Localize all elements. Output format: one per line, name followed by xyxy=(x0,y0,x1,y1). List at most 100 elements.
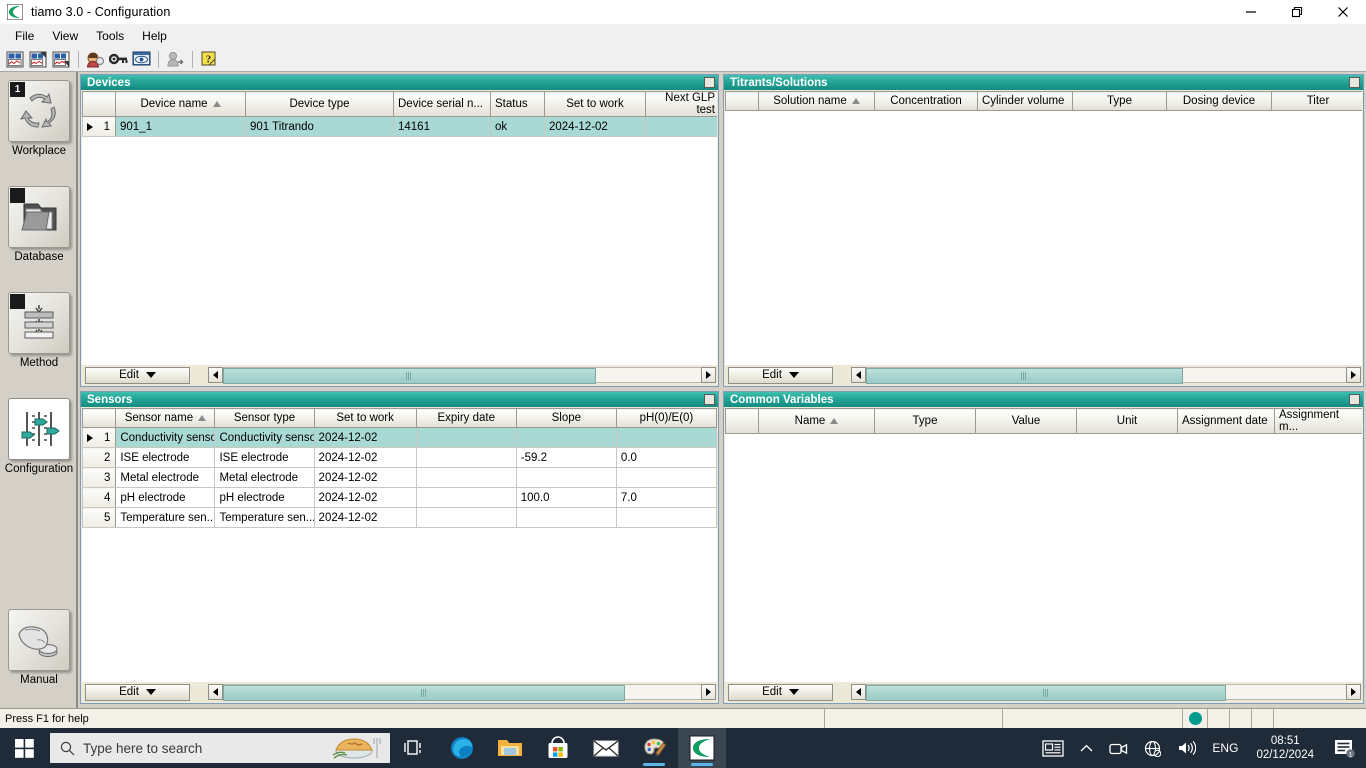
menu-file[interactable]: File xyxy=(6,26,43,46)
new-configuration-icon[interactable] xyxy=(4,49,26,70)
workplace-button[interactable]: 1 xyxy=(8,80,70,142)
search-input[interactable]: Type here to search xyxy=(50,733,390,763)
meet-now-icon[interactable] xyxy=(1101,741,1136,756)
sensors-minimize-icon[interactable] xyxy=(704,394,715,405)
show-hidden-icons-icon[interactable] xyxy=(1072,744,1101,753)
menu-tools[interactable]: Tools xyxy=(87,26,133,46)
file-explorer-icon[interactable] xyxy=(486,728,534,768)
sidebar-item-manual[interactable]: Manual xyxy=(0,605,78,686)
scroll-thumb[interactable] xyxy=(223,368,596,384)
titrants-minimize-icon[interactable] xyxy=(1349,77,1360,88)
titrants-col-titer[interactable]: Titer xyxy=(1271,91,1362,111)
cell-set-to-work[interactable]: 2024-12-02 xyxy=(314,487,417,508)
devices-col-device-name[interactable]: Device name xyxy=(115,91,246,117)
help-icon[interactable]: ? xyxy=(198,49,220,70)
user-administration-icon[interactable] xyxy=(84,49,106,70)
cell-status[interactable]: ok xyxy=(490,116,545,137)
cell-sensor-name[interactable]: Metal electrode xyxy=(115,467,216,488)
cell-sensor-type[interactable]: Temperature sen... xyxy=(214,507,315,528)
devices-col-device-type[interactable]: Device type xyxy=(245,91,394,117)
microsoft-store-icon[interactable] xyxy=(534,728,582,768)
login-icon[interactable] xyxy=(130,49,152,70)
titrants-col-cylinder-volume[interactable]: Cylinder volume xyxy=(977,91,1073,111)
cell-set-to-work[interactable]: 2024-12-02 xyxy=(314,507,417,528)
sensors-edit-button[interactable]: Edit xyxy=(85,683,190,701)
cv-col-name[interactable]: Name xyxy=(758,408,875,434)
cell-device-serial[interactable]: 14161 xyxy=(393,116,491,137)
scroll-left-button[interactable] xyxy=(851,684,866,700)
devices-minimize-icon[interactable] xyxy=(704,77,715,88)
scroll-left-button[interactable] xyxy=(208,367,223,383)
cell-slope[interactable] xyxy=(516,427,617,448)
titrants-edit-button[interactable]: Edit xyxy=(728,366,833,384)
devices-col-next-glp[interactable]: Next GLP test xyxy=(645,91,717,117)
language-indicator[interactable]: ENG xyxy=(1204,741,1246,755)
scroll-thumb[interactable] xyxy=(866,685,1226,701)
edge-icon[interactable] xyxy=(438,728,486,768)
cell-device-type[interactable]: 901 Titrando xyxy=(245,116,394,137)
sidebar-item-configuration[interactable]: Configuration xyxy=(0,394,78,475)
sidebar-item-workplace[interactable]: 1 Workplace xyxy=(0,76,78,157)
cell-sensor-name[interactable]: ISE electrode xyxy=(115,447,216,468)
cell-expiry-date[interactable] xyxy=(416,507,517,528)
cell-ph0e0[interactable] xyxy=(616,467,717,488)
devices-col-device-serial[interactable]: Device serial n... xyxy=(393,91,491,117)
cell-set-to-work[interactable]: 2024-12-02 xyxy=(544,116,646,137)
cell-sensor-name[interactable]: Temperature sen... xyxy=(115,507,216,528)
scroll-left-button[interactable] xyxy=(851,367,866,383)
cv-col-value[interactable]: Value xyxy=(975,408,1077,434)
common-variables-edit-button[interactable]: Edit xyxy=(728,683,833,701)
table-row[interactable]: 5 Temperature sen... Temperature sen... … xyxy=(82,507,717,528)
sensors-col-ph0e0[interactable]: pH(0)/E(0) xyxy=(616,408,717,428)
sensors-grid[interactable]: Sensor name Sensor type Set to work Expi… xyxy=(82,408,717,682)
tiamo-icon[interactable] xyxy=(678,728,726,768)
devices-grid[interactable]: Device name Device type Device serial n.… xyxy=(82,91,717,365)
devices-col-status[interactable]: Status xyxy=(490,91,545,117)
common-variables-minimize-icon[interactable] xyxy=(1349,394,1360,405)
titrants-col-solution-name[interactable]: Solution name xyxy=(758,91,875,111)
cell-set-to-work[interactable]: 2024-12-02 xyxy=(314,447,417,468)
devices-edit-button[interactable]: Edit xyxy=(85,366,190,384)
scroll-right-button[interactable] xyxy=(1346,367,1361,383)
cell-ph0e0[interactable] xyxy=(616,427,717,448)
scroll-right-button[interactable] xyxy=(1346,684,1361,700)
devices-col-rownum[interactable] xyxy=(82,91,116,117)
row-number[interactable]: 2 xyxy=(82,447,117,468)
titrants-col-dosing-device[interactable]: Dosing device xyxy=(1166,91,1272,111)
cell-sensor-type[interactable]: Metal electrode xyxy=(214,467,315,488)
devices-col-set-to-work[interactable]: Set to work xyxy=(544,91,646,117)
titrants-col-type[interactable]: Type xyxy=(1072,91,1167,111)
minimize-button[interactable] xyxy=(1228,0,1274,24)
scroll-left-button[interactable] xyxy=(208,684,223,700)
common-variables-horizontal-scrollbar[interactable] xyxy=(851,684,1361,701)
cell-expiry-date[interactable] xyxy=(416,447,517,468)
database-button[interactable] xyxy=(8,186,70,248)
notifications-icon[interactable]: 1 xyxy=(1324,738,1366,758)
titrants-horizontal-scrollbar[interactable] xyxy=(851,367,1361,384)
cell-sensor-type[interactable]: Conductivity sensor xyxy=(214,427,315,448)
cell-expiry-date[interactable] xyxy=(416,467,517,488)
method-button[interactable] xyxy=(8,292,70,354)
sidebar-item-database[interactable]: Database xyxy=(0,182,78,263)
close-button[interactable] xyxy=(1320,0,1366,24)
mail-icon[interactable] xyxy=(582,728,630,768)
row-number[interactable]: 5 xyxy=(82,507,117,528)
scroll-track[interactable] xyxy=(866,367,1346,384)
food-pie-icon[interactable] xyxy=(330,734,386,765)
cv-col-unit[interactable]: Unit xyxy=(1076,408,1178,434)
common-variables-grid[interactable]: Name Type Value Unit Assignment date Ass… xyxy=(725,408,1362,682)
cell-set-to-work[interactable]: 2024-12-02 xyxy=(314,467,417,488)
volume-icon[interactable] xyxy=(1169,740,1204,756)
paint-icon[interactable] xyxy=(630,728,678,768)
news-and-interests-icon[interactable] xyxy=(1034,739,1072,757)
cell-sensor-type[interactable]: pH electrode xyxy=(214,487,315,508)
cell-sensor-type[interactable]: ISE electrode xyxy=(214,447,315,468)
cell-expiry-date[interactable] xyxy=(416,487,517,508)
cell-device-name[interactable]: 901_1 xyxy=(115,116,246,137)
cell-expiry-date[interactable] xyxy=(416,427,517,448)
user-logout-icon[interactable] xyxy=(164,49,186,70)
clock[interactable]: 08:51 02/12/2024 xyxy=(1246,734,1324,762)
menu-view[interactable]: View xyxy=(43,26,87,46)
scroll-track[interactable] xyxy=(866,684,1346,701)
cell-ph0e0[interactable]: 7.0 xyxy=(616,487,717,508)
